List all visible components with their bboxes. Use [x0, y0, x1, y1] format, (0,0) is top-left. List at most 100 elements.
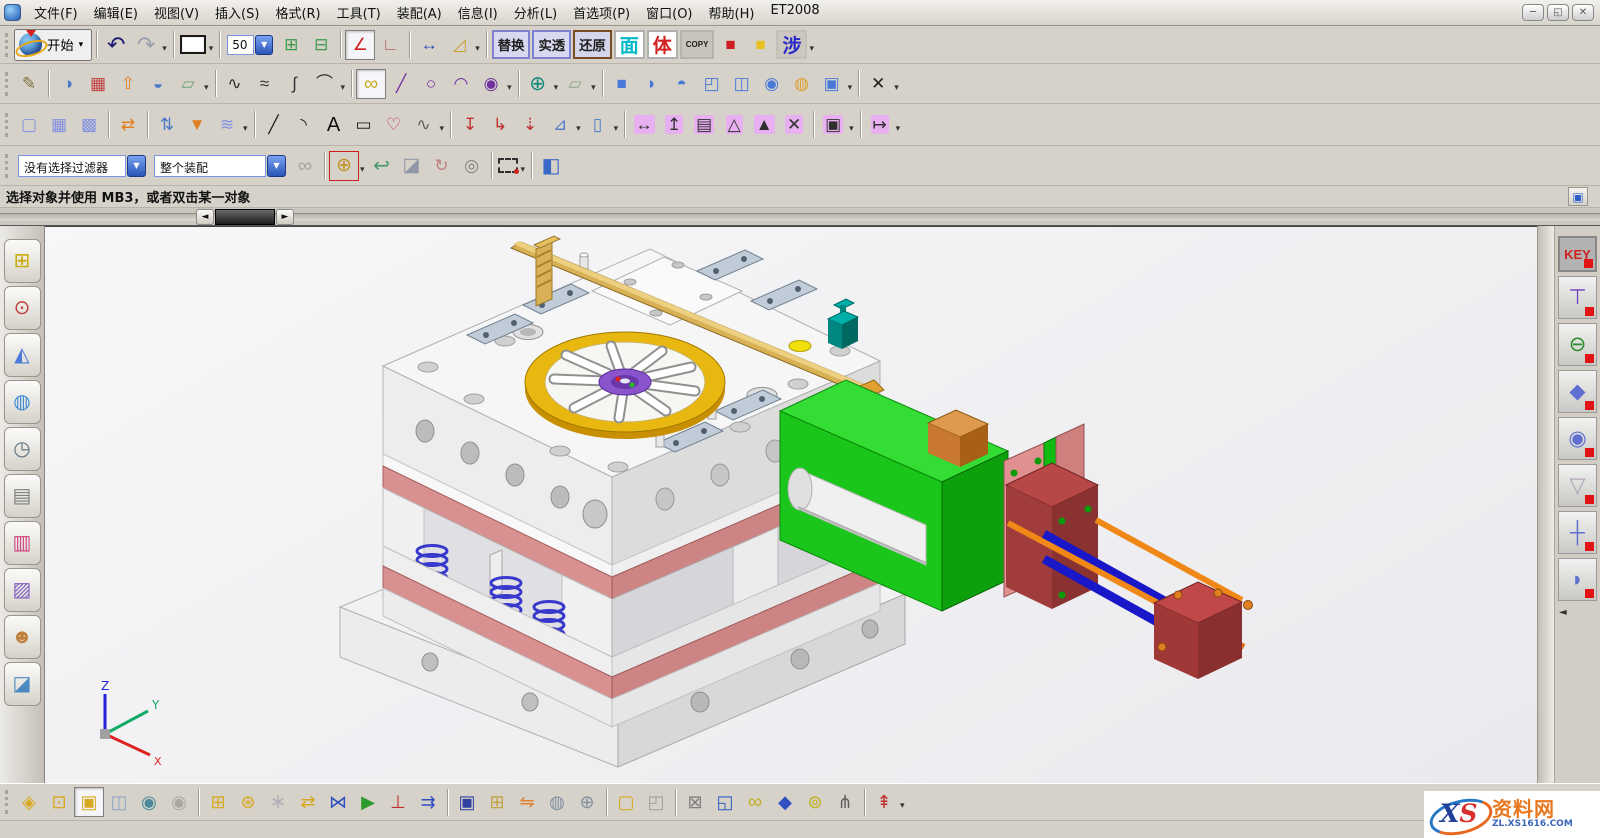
circle-icon[interactable]: ○	[416, 69, 446, 99]
find-component-icon[interactable]: ◈	[14, 787, 44, 817]
key-reuse-library[interactable]: KEY	[1558, 236, 1597, 272]
add-component-icon[interactable]: ⊞	[203, 787, 233, 817]
quick-trim-icon[interactable]: ∿	[220, 69, 250, 99]
boolean-unite-icon[interactable]: ⊕	[523, 69, 553, 99]
snap-point-icon[interactable]: ⊕	[329, 151, 359, 181]
arc-points-icon[interactable]: ◝	[289, 110, 319, 140]
dimension-dropdown-caret-icon[interactable]: ▾	[893, 75, 901, 93]
relations-browser-icon[interactable]: ⋔	[830, 787, 860, 817]
dimension-tool-icon[interactable]: ✕	[863, 69, 893, 99]
curve-dropdown-caret-icon[interactable]: ▾	[506, 75, 514, 93]
combine-curve-icon[interactable]: ↳	[485, 110, 515, 140]
boss-icon[interactable]: ◓	[667, 69, 697, 99]
roles-icon[interactable]: ☻	[4, 615, 41, 659]
studio-surface-icon[interactable]: ≋	[212, 110, 242, 140]
assembly-constraints-icon[interactable]: ⋈	[323, 787, 353, 817]
measure-distance-icon[interactable]: ↔	[414, 30, 444, 60]
datum-dropdown-caret-icon[interactable]: ▾	[203, 75, 211, 93]
rotate-point-icon[interactable]: ↻	[427, 151, 457, 181]
sketch-plane-icon[interactable]: ▱	[560, 69, 590, 99]
reuse-part-bracket-icon[interactable]: ◆	[1558, 370, 1597, 413]
trimmed-sheet-icon[interactable]: ▩	[74, 110, 104, 140]
menu-analysis[interactable]: 分析(L)	[506, 1, 565, 24]
menu-format[interactable]: 格式(R)	[267, 1, 328, 24]
menu-view[interactable]: 视图(V)	[146, 1, 207, 24]
arc-point-icon[interactable]: ◠	[446, 69, 476, 99]
redo-icon[interactable]: ↷	[131, 30, 161, 60]
reuse-part-punch-icon[interactable]: ▽	[1558, 464, 1597, 507]
copy-face-dropdown-caret-icon[interactable]: ▾	[848, 116, 856, 134]
toolbar-grip[interactable]	[5, 790, 9, 814]
interpart-ring-icon[interactable]: ∞	[740, 787, 770, 817]
sketch-curve-dropdown-caret-icon[interactable]: ▾	[439, 116, 447, 134]
render-wand-icon[interactable]: ▨	[4, 568, 41, 612]
open-component-icon[interactable]: ⊡	[44, 787, 74, 817]
measure-dropdown-caret-icon[interactable]: ▾	[474, 36, 482, 54]
red-cube-tool-icon[interactable]: ■	[715, 30, 745, 60]
move-face-icon[interactable]: ↔	[629, 110, 659, 140]
snapshot-icon[interactable]: ◉	[134, 787, 164, 817]
work-layer-spinner[interactable]: 50▼	[227, 35, 273, 55]
replace-mode-button[interactable]: 替换	[492, 30, 531, 59]
toolbar-grip[interactable]	[5, 72, 9, 96]
scroll-left-button[interactable]: ◄	[196, 209, 214, 225]
project-curve-icon[interactable]: ↧	[455, 110, 485, 140]
rectangle-icon[interactable]: ▭	[349, 110, 379, 140]
redo-dropdown-caret-icon[interactable]: ▾	[161, 36, 169, 54]
lock-interpart-links-icon[interactable]: ⊚	[800, 787, 830, 817]
mold-assembly-model[interactable]: Z Y X	[45, 227, 1537, 783]
assembly-navigator-icon[interactable]: ⊞	[4, 239, 41, 283]
copy-tool-button[interactable]: COPY	[680, 30, 715, 59]
color-dropdown-caret-icon[interactable]: ▾	[208, 36, 216, 54]
snapshot-disabled-icon[interactable]: ◉	[164, 787, 194, 817]
image-gallery-icon[interactable]: ◪	[4, 662, 41, 706]
undo-action-icon[interactable]: ↩	[367, 151, 397, 181]
resize-face-icon[interactable]: ↦	[865, 110, 895, 140]
mirror-assembly-icon[interactable]: ⊞	[482, 787, 512, 817]
interference-button[interactable]: 涉	[776, 30, 807, 59]
boolean-dropdown-caret-icon[interactable]: ▾	[553, 75, 561, 93]
toolbar-grip[interactable]	[5, 33, 9, 57]
selection-scope-caret-icon[interactable]: ▼	[267, 155, 286, 177]
bend-icon[interactable]: ◗	[637, 69, 667, 99]
tube-icon[interactable]: ▯	[583, 110, 613, 140]
edit-arc-icon[interactable]: ⌒	[310, 69, 340, 99]
scrollbar-thumb[interactable]	[215, 209, 275, 225]
assembly-sequence-icon[interactable]: ◰	[641, 787, 671, 817]
chain-select-icon[interactable]: ∞	[356, 69, 386, 99]
arrangements-icon[interactable]: ▢	[611, 787, 641, 817]
viewport-3d[interactable]: Z Y X	[45, 226, 1537, 783]
plane-dropdown-caret-icon[interactable]: ▾	[590, 75, 598, 93]
menu-edit[interactable]: 编辑(E)	[86, 1, 146, 24]
menu-et2008[interactable]: ET2008	[762, 1, 827, 24]
part-navigator-icon[interactable]: ◭	[4, 333, 41, 377]
visualization-wand-icon[interactable]: ▥	[4, 521, 41, 565]
section-surface-icon[interactable]: ⊿	[545, 110, 575, 140]
product-interface-icon[interactable]: ◱	[710, 787, 740, 817]
erase-display-icon[interactable]: ◪	[397, 151, 427, 181]
menu-information[interactable]: 信息(I)	[450, 1, 506, 24]
wcs-dynamics-icon[interactable]: ∠	[345, 30, 375, 60]
row1-dropdown-caret-icon[interactable]: ▾	[808, 36, 816, 54]
menu-window[interactable]: 窗口(O)	[638, 1, 700, 24]
menu-assembly[interactable]: 装配(A)	[389, 1, 450, 24]
resource-bar-splitter[interactable]	[1537, 226, 1554, 783]
work-layer-value[interactable]: 50	[227, 35, 254, 55]
reuse-part-plate-icon[interactable]: ◉	[1558, 417, 1597, 460]
start-button[interactable]: 开始 ▾	[14, 29, 92, 61]
undo-icon[interactable]: ↶	[101, 30, 131, 60]
rotary-pin-plate[interactable]	[525, 332, 725, 439]
wave-mode-icon[interactable]: ⊠	[680, 787, 710, 817]
show-product-outline-icon[interactable]: ▣	[74, 787, 104, 817]
face-mode-button[interactable]: 面	[614, 30, 645, 59]
menu-insert[interactable]: 插入(S)	[207, 1, 267, 24]
menu-tools[interactable]: 工具(T)	[329, 1, 389, 24]
swap-face-icon[interactable]: ⇄	[113, 110, 143, 140]
reuse-part-link-icon[interactable]: ⊖	[1558, 323, 1597, 366]
wave-interpart-link-icon[interactable]: ⊕	[572, 787, 602, 817]
save-assembly-icon[interactable]: ▣	[452, 787, 482, 817]
resize-face-dropdown-caret-icon[interactable]: ▾	[895, 116, 903, 134]
reuse-part-bolt-icon[interactable]: ⊤	[1558, 276, 1597, 319]
datum-plane-icon[interactable]: ▱	[173, 69, 203, 99]
divide-curve-icon[interactable]: ≈	[250, 69, 280, 99]
